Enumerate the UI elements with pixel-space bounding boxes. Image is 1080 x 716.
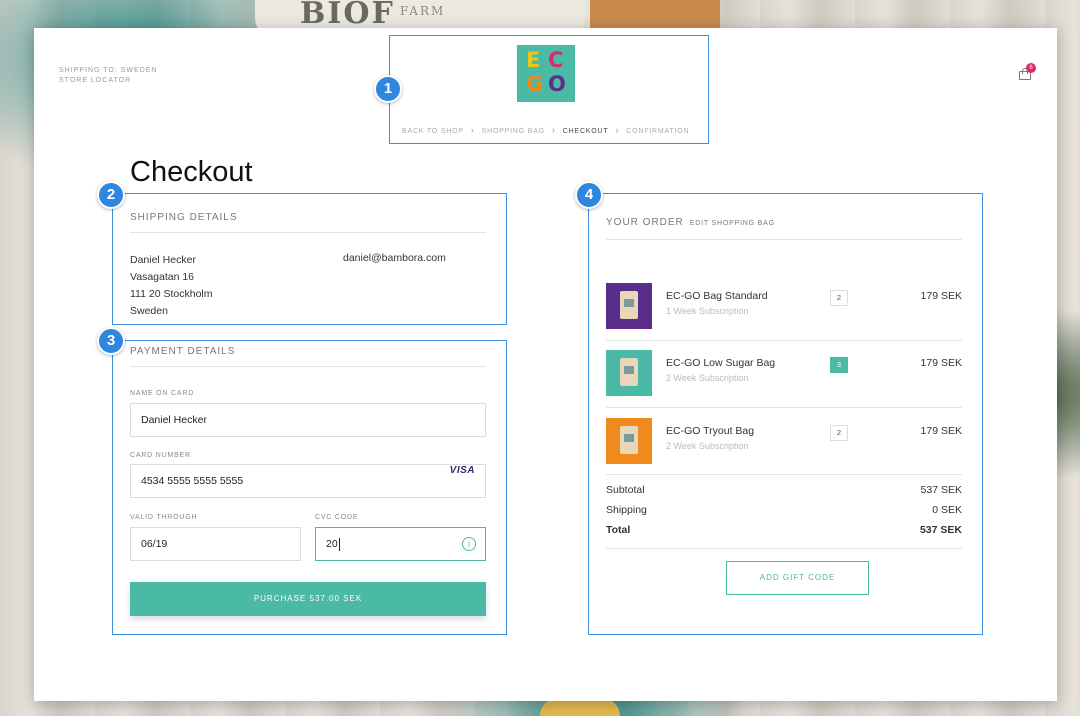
cart-count-badge: 6 — [1026, 63, 1036, 73]
background-jar-subtext: FARM — [400, 4, 446, 18]
cart-button[interactable]: 6 — [1019, 63, 1036, 80]
annotation-marker-4: 4 — [575, 181, 603, 209]
annotation-marker-3: 3 — [97, 327, 125, 355]
background-jar-text: BIOF — [300, 0, 395, 31]
page-title: Checkout — [130, 156, 253, 188]
background-tape — [590, 0, 720, 30]
annotation-box-order — [588, 193, 983, 635]
annotation-box-header — [389, 35, 709, 144]
annotation-marker-1: 1 — [374, 75, 402, 103]
annotation-box-shipping — [112, 193, 507, 325]
header-left-links: SHIPPING TO: SWEDEN STORE LOCATOR — [59, 66, 157, 86]
annotation-marker-2: 2 — [97, 181, 125, 209]
shipping-to-link[interactable]: SHIPPING TO: SWEDEN — [59, 66, 157, 76]
store-locator-link[interactable]: STORE LOCATOR — [59, 76, 157, 86]
annotation-box-payment — [112, 340, 507, 635]
